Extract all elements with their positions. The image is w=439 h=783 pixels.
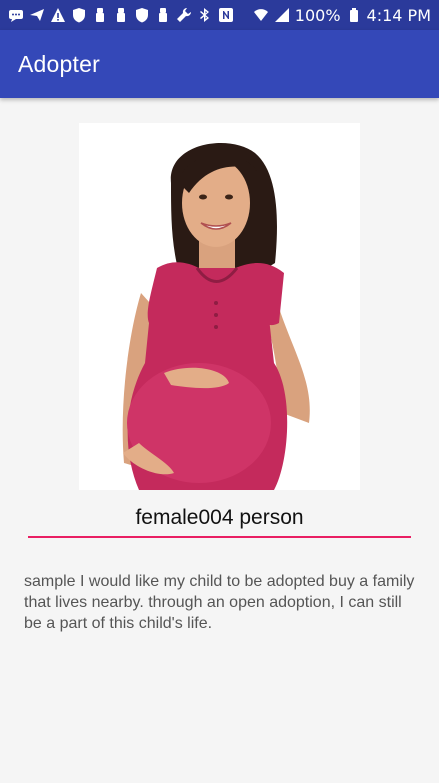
name-field[interactable]: female004 person [28,502,411,538]
person-photo-icon [79,123,360,490]
signal-icon [274,7,290,23]
app-title: Adopter [18,50,100,77]
alert-icon [50,7,66,23]
status-time: 4:14 PM [366,5,431,25]
status-bar: 100% 4:14 PM [0,0,439,30]
bluetooth-icon [197,7,213,23]
send-icon [29,7,45,23]
usb-icon [92,7,108,23]
message-icon [8,7,24,23]
status-system-icons: 100% 4:14 PM [253,6,431,25]
description-text: sample I would like my child to be adopt… [24,573,415,632]
status-notification-icons [8,7,234,23]
shield-icon [134,7,150,23]
app-bar: Adopter [0,30,439,98]
nfc-icon [218,7,234,23]
person-name: female004 person [135,506,304,529]
usb-icon [113,7,129,23]
battery-percent: 100% [294,5,341,25]
shield-icon [71,7,87,23]
usb-icon [155,7,171,23]
name-underline [28,536,411,538]
battery-icon [346,7,362,23]
wrench-icon [176,7,192,23]
profile-photo [79,123,360,490]
wifi-icon [253,7,269,23]
